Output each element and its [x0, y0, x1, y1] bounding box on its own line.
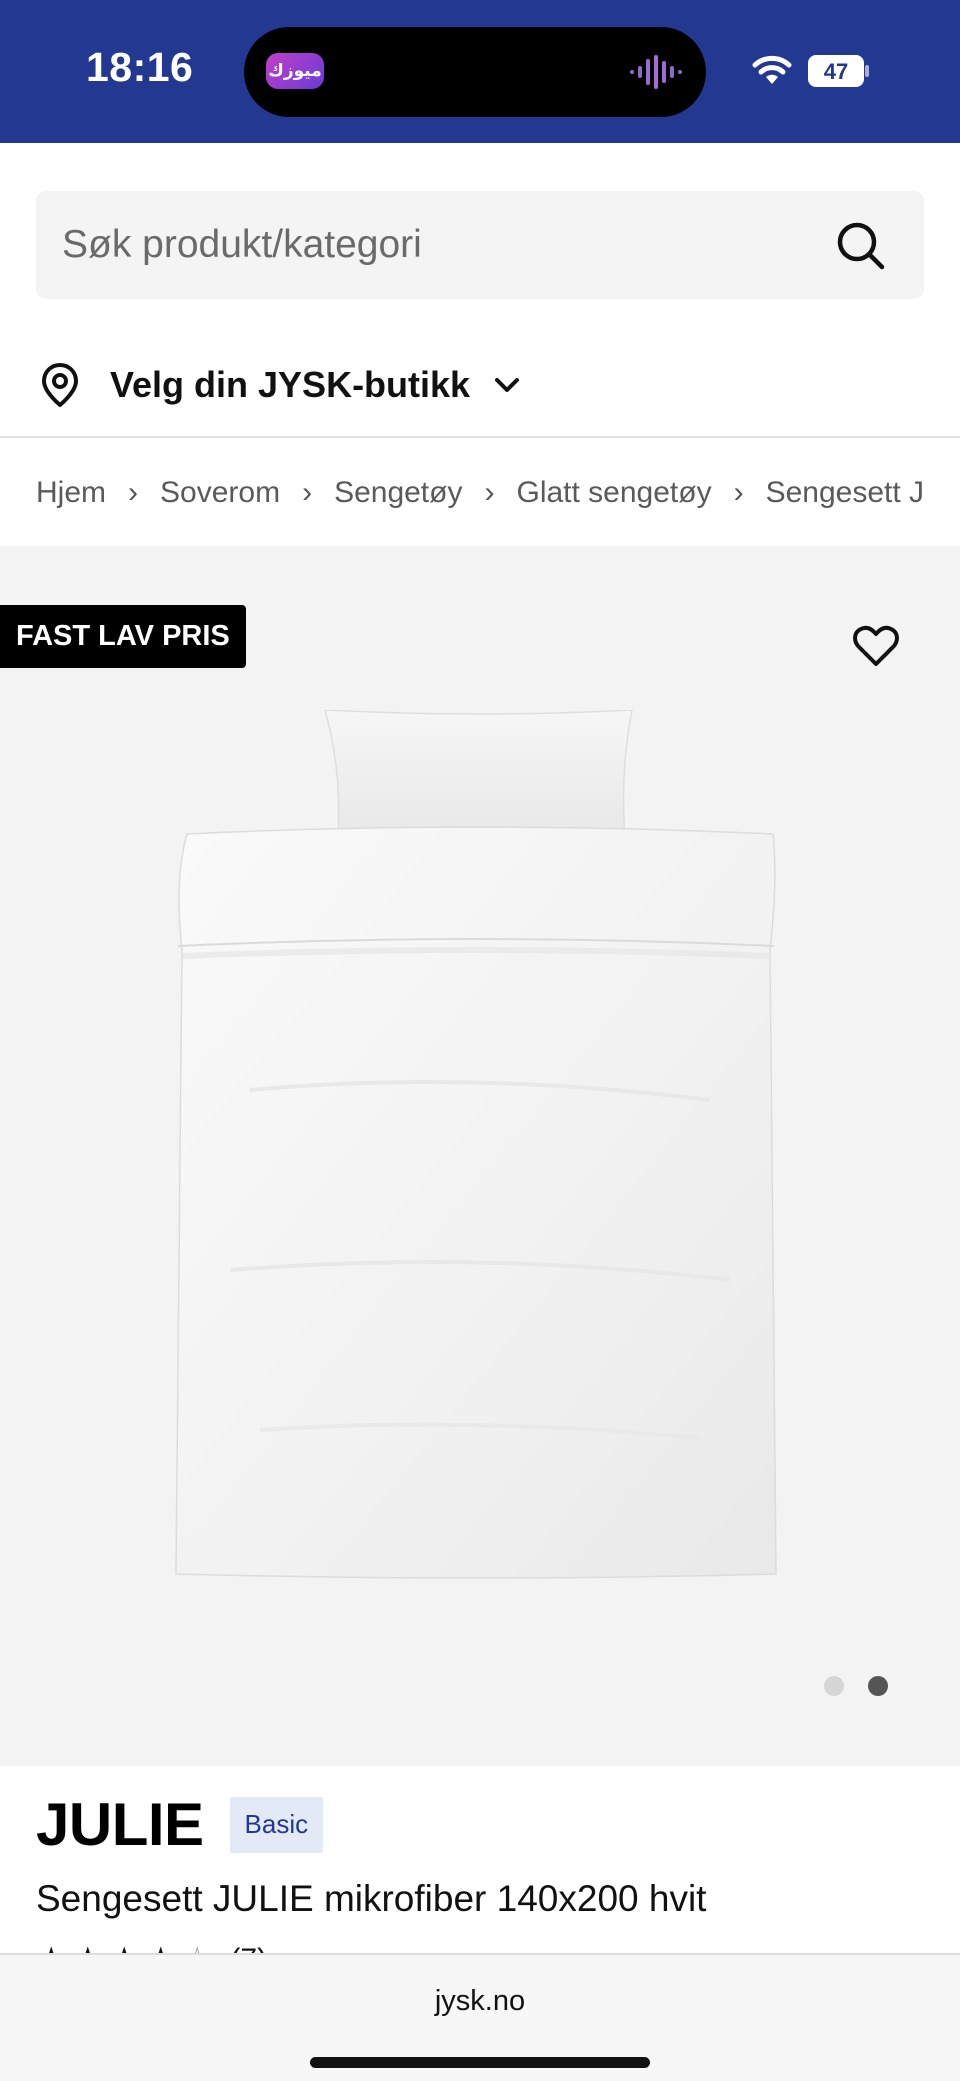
breadcrumb-item-soverom[interactable]: Soverom: [160, 476, 280, 510]
search-bar: [36, 191, 924, 299]
gallery-dot[interactable]: [824, 1676, 844, 1696]
breadcrumb-separator: ›: [128, 476, 139, 509]
breadcrumb: Hjem › Soverom › Sengetøy › Glatt senget…: [36, 470, 924, 516]
breadcrumb-separator: ›: [484, 476, 495, 509]
chevron-down-icon: [495, 378, 520, 392]
product-brand: JULIE: [36, 1791, 204, 1858]
divider: [0, 436, 960, 438]
breadcrumb-item-sengetoy[interactable]: Sengetøy: [334, 476, 462, 510]
audio-wave-icon: [630, 55, 682, 89]
url-text: jysk.no: [434, 1985, 526, 2017]
search-input[interactable]: [62, 191, 822, 299]
breadcrumb-item-current: Sengesett JULIE mikrofiber 140x200 hvit: [765, 476, 924, 509]
dynamic-island: ميوزك: [244, 27, 706, 117]
breadcrumb-item-glatt-sengetoy[interactable]: Glatt sengetøy: [516, 476, 711, 510]
product-image: [175, 710, 777, 1579]
browser-url-bar[interactable]: jysk.no: [0, 1953, 960, 2081]
price-badge: FAST LAV PRIS: [0, 605, 246, 668]
product-gallery[interactable]: FAST LAV PRIS: [0, 546, 960, 1766]
status-time: 18:16: [86, 44, 194, 90]
battery-icon: 47: [808, 55, 869, 87]
music-app-icon: ميوزك: [266, 53, 324, 89]
heart-icon[interactable]: [852, 624, 900, 668]
wifi-icon: [752, 55, 792, 84]
gallery-dot-active[interactable]: [868, 1676, 888, 1696]
store-selector-label: Velg din JYSK-butikk: [110, 364, 471, 405]
status-bar: 18:16 ميوزك 47: [0, 0, 960, 143]
breadcrumb-separator: ›: [302, 476, 313, 509]
breadcrumb-item-home[interactable]: Hjem: [36, 476, 106, 510]
search-icon[interactable]: [836, 221, 886, 271]
location-pin-icon: [42, 363, 78, 407]
breadcrumb-separator: ›: [733, 476, 744, 509]
home-indicator[interactable]: [310, 2057, 650, 2068]
product-header: JULIE Basic: [36, 1790, 324, 1859]
battery-level: 47: [824, 59, 848, 84]
store-selector[interactable]: Velg din JYSK-butikk: [36, 350, 524, 420]
gallery-pagination: [824, 1676, 888, 1696]
product-tag: Basic: [229, 1796, 324, 1853]
product-title: Sengesett JULIE mikrofiber 140x200 hvit: [36, 1878, 707, 1919]
